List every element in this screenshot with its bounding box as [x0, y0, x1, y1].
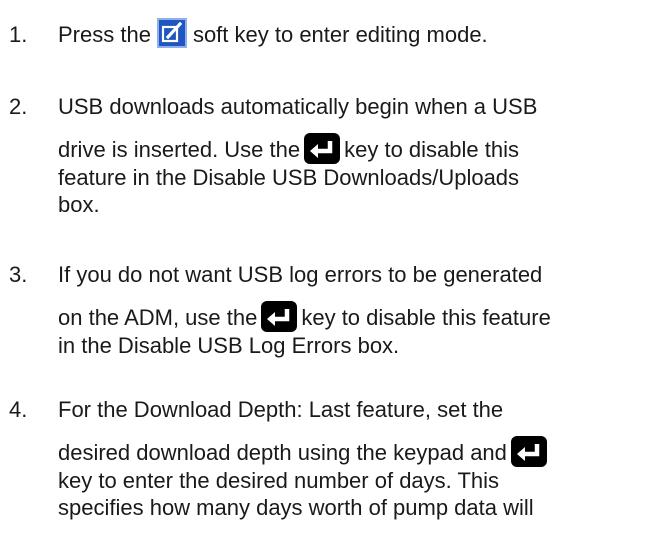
text-segment: desired download depth using the keypad …: [58, 440, 507, 465]
text-segment: key to disable this feature: [301, 305, 551, 330]
step-number: 1.: [9, 22, 28, 47]
step-line: USB downloads automatically begin when a…: [58, 94, 538, 119]
step-line: If you do not want USB log errors to be …: [58, 262, 543, 287]
step-line: in the Disable USB Log Errors box.: [58, 332, 400, 358]
step-line: For the Download Depth: Last feature, se…: [58, 397, 504, 422]
enter-key-icon: [261, 300, 298, 332]
text-segment: drive is inserted. Use the: [58, 137, 301, 162]
step-line: Press the soft key to enter editing mode.: [58, 18, 658, 51]
text-segment: key to disable this: [344, 137, 519, 162]
enter-key-icon: [510, 435, 547, 467]
step-text: USB downloads automatically begin when a…: [58, 90, 658, 221]
step-number: 3.: [9, 262, 28, 287]
text-segment: soft key to enter editing mode.: [192, 22, 488, 47]
step-line: specifies how many days worth of pump da…: [58, 494, 534, 520]
step-text: Press the soft key to enter editing mode.: [58, 18, 658, 51]
edit-softkey-icon: [156, 18, 187, 49]
step-number: 4.: [9, 397, 28, 422]
enter-key-icon: [304, 132, 341, 164]
step-text: If you do not want USB log errors to be …: [58, 258, 658, 362]
step-text: For the Download Depth: Last feature, se…: [58, 393, 658, 524]
step-number: 2.: [9, 94, 28, 119]
text-segment: on the ADM, use the: [58, 305, 258, 330]
text-segment: Press the: [58, 22, 151, 47]
